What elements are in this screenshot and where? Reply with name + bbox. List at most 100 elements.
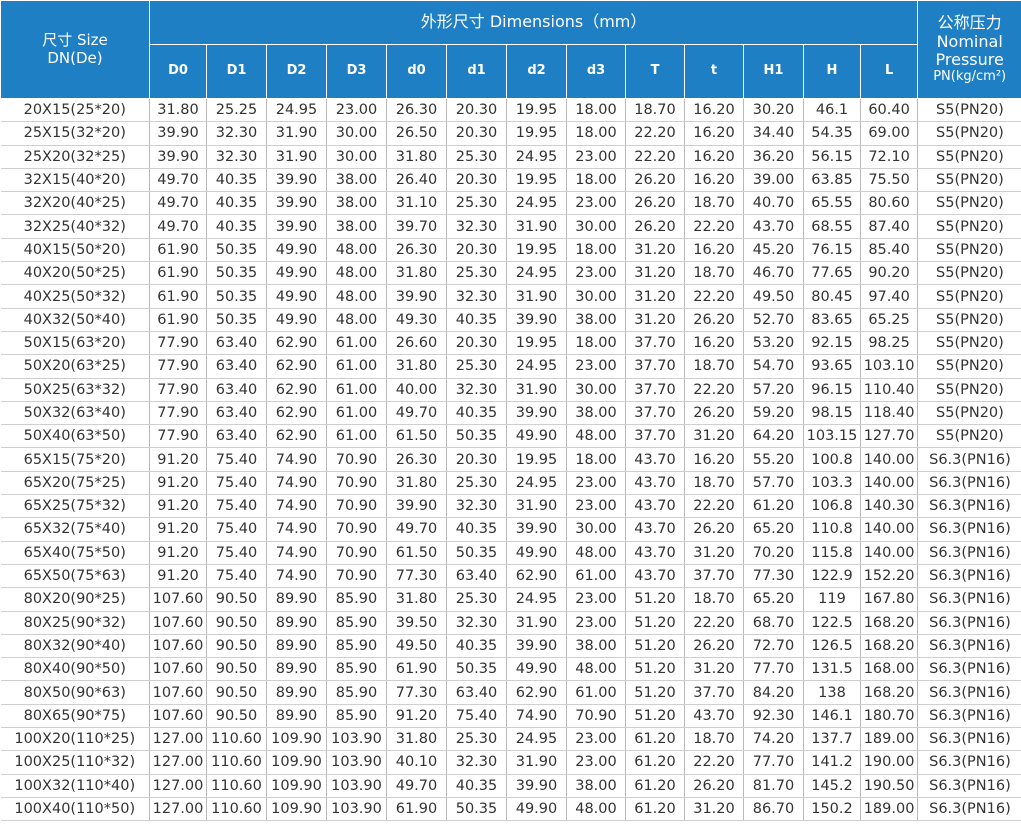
dimension-cell: 38.00 xyxy=(326,214,387,239)
dimension-cell: 85.90 xyxy=(326,587,387,612)
dimension-cell: 68.55 xyxy=(803,214,861,239)
dimension-cell: 76.15 xyxy=(803,238,861,263)
dimension-cell: 26.20 xyxy=(625,168,685,193)
dimension-cell: 32.30 xyxy=(446,284,507,309)
pressure-cell: S5(PN20) xyxy=(917,378,1021,402)
dimension-cell: 39.90 xyxy=(149,121,207,146)
size-cell: 50X32(63*40) xyxy=(0,401,150,426)
dimension-cell: 109.90 xyxy=(266,750,327,775)
dimension-cell: 22.20 xyxy=(684,494,744,519)
dimension-cell: 110.60 xyxy=(206,774,267,798)
table-row: 100X32(110*40) 127.00 110.60 109.90 103.90 49… xyxy=(0,774,1021,798)
pressure-cell: S5(PN20) xyxy=(917,214,1021,239)
dimension-cell: 31.20 xyxy=(684,657,744,682)
dimension-cell: 51.20 xyxy=(625,611,685,635)
dimension-cell: 91.20 xyxy=(386,704,447,729)
dimension-cell: 61.20 xyxy=(625,774,685,798)
dimension-cell: 62.90 xyxy=(266,378,327,402)
dimension-cell: 77.90 xyxy=(149,331,207,356)
dimension-cell: 39.90 xyxy=(266,214,327,239)
size-header-sub: DN(De) xyxy=(47,48,103,67)
dimension-cell: 90.20 xyxy=(859,261,918,286)
dimension-cell: 24.95 xyxy=(506,191,567,216)
dimension-cell: 43.70 xyxy=(684,704,744,729)
dimension-cell: 126.5 xyxy=(803,634,861,659)
dimension-cell: 63.40 xyxy=(206,331,267,356)
dimension-cell: 31.90 xyxy=(506,750,567,775)
dimension-cell: 18.00 xyxy=(566,331,626,356)
pressure-cell: S6.3(PN16) xyxy=(917,564,1021,589)
dimension-cell: 32.30 xyxy=(446,611,507,635)
dimension-cell: 90.50 xyxy=(206,704,267,729)
pressure-header-zh: 公称压力 xyxy=(937,13,1002,33)
dimension-cell: 62.90 xyxy=(266,424,327,449)
dimension-cell: 30.00 xyxy=(326,145,387,169)
dimension-cell: 107.60 xyxy=(149,611,207,635)
pressure-cell: S6.3(PN16) xyxy=(917,517,1021,542)
dimension-cell: 24.95 xyxy=(506,145,567,169)
dimension-cell: 72.10 xyxy=(859,145,918,169)
dimension-cell: 40.35 xyxy=(446,308,507,332)
dimension-cell: 18.70 xyxy=(684,261,744,286)
size-cell: 80X50(90*63) xyxy=(0,680,150,705)
dimension-cell: 18.70 xyxy=(684,587,744,612)
dimension-cell: 91.20 xyxy=(149,494,207,519)
pressure-header-pressure: Pressure xyxy=(935,50,1004,70)
dimension-cell: 127.00 xyxy=(149,727,207,752)
dimension-cell: 92.30 xyxy=(743,704,804,729)
dimension-cell: 49.90 xyxy=(506,657,567,682)
dimension-cell: 189.00 xyxy=(859,727,918,752)
dimension-cell: 77.90 xyxy=(149,354,207,379)
dimension-cell: 85.40 xyxy=(859,238,918,263)
dimension-cell: 122.9 xyxy=(803,564,861,589)
dimension-cell: 31.10 xyxy=(386,191,447,216)
pressure-cell: S5(PN20) xyxy=(917,191,1021,216)
dimension-cell: 49.70 xyxy=(386,401,447,426)
column-header-t: t xyxy=(684,44,744,99)
pressure-cell: S6.3(PN16) xyxy=(917,541,1021,565)
dimension-cell: 89.90 xyxy=(266,611,327,635)
dimension-cell: 31.90 xyxy=(266,145,327,169)
size-cell: 32X25(40*32) xyxy=(0,214,150,239)
dimension-cell: 118.40 xyxy=(859,401,918,426)
size-cell: 50X40(63*50) xyxy=(0,424,150,449)
size-header-label: 尺寸 Size xyxy=(42,31,108,50)
dimension-cell: 26.20 xyxy=(684,308,744,332)
dimension-cell: 16.20 xyxy=(684,168,744,193)
dimension-cell: 103.90 xyxy=(326,774,387,798)
table-body: 20X15(25*20) 31.80 25.25 24.95 23.00 26.30 20.… xyxy=(0,98,1021,822)
size-cell: 80X65(90*75) xyxy=(0,704,150,729)
dimension-cell: 37.70 xyxy=(625,378,685,402)
dimension-cell: 43.70 xyxy=(625,564,685,589)
dimension-cell: 43.70 xyxy=(743,214,804,239)
size-cell: 80X32(90*40) xyxy=(0,634,150,659)
dimension-cell: 68.70 xyxy=(743,611,804,635)
dimension-cell: 40.35 xyxy=(206,168,267,193)
dimension-cell: 140.00 xyxy=(859,471,918,496)
dimension-cell: 107.60 xyxy=(149,634,207,659)
dimension-cell: 103.90 xyxy=(326,727,387,752)
dimension-cell: 127.70 xyxy=(859,424,918,449)
dimension-cell: 77.65 xyxy=(803,261,861,286)
dimension-cell: 39.90 xyxy=(506,634,567,659)
pressure-cell: S5(PN20) xyxy=(917,424,1021,449)
dimension-cell: 50.35 xyxy=(446,424,507,449)
dimension-cell: 32.30 xyxy=(446,378,507,402)
dimension-cell: 168.20 xyxy=(859,611,918,635)
dimension-cell: 49.90 xyxy=(506,424,567,449)
dimension-cell: 138 xyxy=(803,680,861,705)
table-row: 50X15(63*20) 77.90 63.40 62.90 61.00 26.60 20.… xyxy=(0,331,1021,356)
size-cell: 40X20(50*25) xyxy=(0,261,150,286)
dimension-cell: 31.90 xyxy=(506,378,567,402)
pressure-cell: S6.3(PN16) xyxy=(917,680,1021,705)
table-row: 25X20(32*25) 39.90 32.30 31.90 30.00 31.80 25.… xyxy=(0,145,1021,169)
size-cell: 40X32(50*40) xyxy=(0,308,150,332)
dimension-cell: 20.30 xyxy=(446,121,507,146)
dimension-cell: 75.40 xyxy=(446,704,507,729)
dimension-cell: 180.70 xyxy=(859,704,918,729)
dimension-cell: 75.50 xyxy=(859,168,918,193)
dimension-cell: 39.90 xyxy=(506,774,567,798)
dimension-cell: 31.90 xyxy=(506,214,567,239)
table-row: 100X40(110*50) 127.00 110.60 109.90 103.90 61… xyxy=(0,797,1021,822)
size-cell: 65X40(75*50) xyxy=(0,541,150,565)
